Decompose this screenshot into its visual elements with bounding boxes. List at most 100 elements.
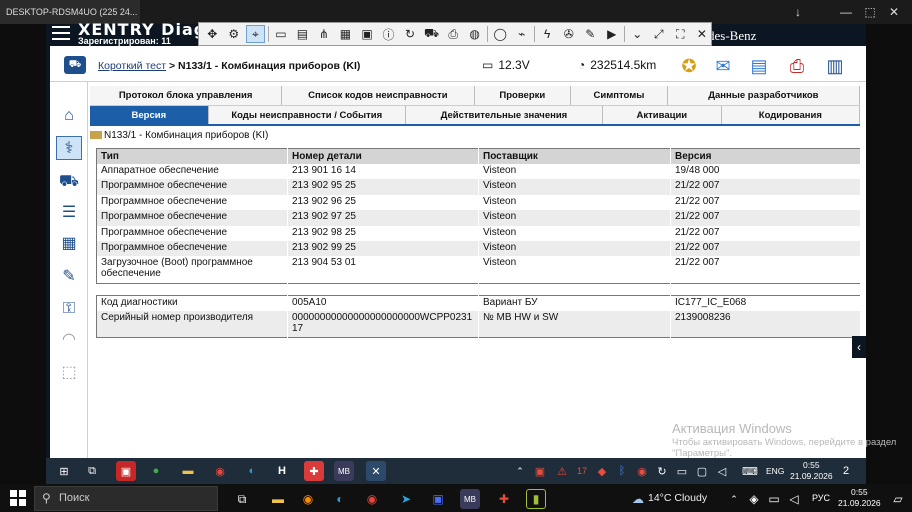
table-row[interactable]: Аппаратное обеспечение 213 901 16 14 Vis… xyxy=(96,164,861,180)
manual-book-icon[interactable]: ▥ xyxy=(820,52,850,80)
tab-developer-data[interactable]: Данные разработчиков xyxy=(667,86,860,105)
video-icon[interactable]: ▶ xyxy=(603,25,622,43)
folder-icon[interactable]: ▭ xyxy=(272,25,291,43)
chrome-icon[interactable]: ◉ xyxy=(210,461,230,481)
home-icon[interactable]: ⌂ xyxy=(56,104,82,128)
expand-icon[interactable]: ⤢ xyxy=(650,25,669,43)
document-edit-icon[interactable]: ✎ xyxy=(56,265,82,289)
report-icon[interactable]: ▤ xyxy=(744,52,774,80)
close-icon[interactable]: ✕ xyxy=(693,25,712,43)
mb-app-icon[interactable]: MB xyxy=(334,461,354,481)
image-icon[interactable]: ▣ xyxy=(358,25,377,43)
column-header-supplier[interactable]: Поставщик xyxy=(478,148,671,164)
chevron-up-icon[interactable]: ⌃ xyxy=(724,489,744,509)
award-icon[interactable]: ✪ xyxy=(674,52,704,80)
windows-logo-icon[interactable] xyxy=(10,490,26,506)
calendar-icon[interactable]: ▦ xyxy=(336,25,355,43)
hamburger-menu-icon[interactable] xyxy=(52,26,70,40)
tab-coding[interactable]: Кодирования xyxy=(721,106,860,124)
gauge-icon[interactable]: ◠ xyxy=(56,328,82,352)
tray-tool-icon[interactable]: ◉ xyxy=(632,461,652,481)
bluetooth-icon[interactable]: ᛒ xyxy=(612,461,632,481)
tab-activations[interactable]: Активации xyxy=(603,106,722,124)
chat-icon[interactable]: ◯ xyxy=(491,25,510,43)
tab-actual-values[interactable]: Действительные значения xyxy=(405,106,603,124)
chrome-icon[interactable]: ◉ xyxy=(362,489,382,509)
pen-icon[interactable]: ✎ xyxy=(581,25,600,43)
edge-icon[interactable]: ◐ xyxy=(330,489,350,509)
tray-badge-icon[interactable]: 17 xyxy=(572,461,592,481)
app-red-icon[interactable]: ✚ xyxy=(304,461,324,481)
app-record-icon[interactable]: ▣ xyxy=(116,461,136,481)
table-row[interactable]: Код диагностики 005A10 Вариант БУ IC177_… xyxy=(96,295,861,311)
task-view-icon[interactable]: ⧉ xyxy=(82,461,102,481)
table-row[interactable]: Программное обеспечение 213 902 96 25 Vi… xyxy=(96,194,861,211)
pdf-print-icon[interactable]: ⎙ xyxy=(782,52,812,80)
tab-fault-code-list[interactable]: Список кодов неисправности xyxy=(282,86,475,105)
outer-clock[interactable]: 0:55 21.09.2026 xyxy=(838,487,881,509)
module-grid-icon[interactable]: ▦ xyxy=(56,232,82,256)
file-icon[interactable]: ▤ xyxy=(293,25,312,43)
tray-app-icon[interactable]: ◆ xyxy=(592,461,612,481)
notification-center-icon[interactable]: 2 xyxy=(836,461,856,481)
weather-widget[interactable]: 14°C Cloudy xyxy=(648,492,707,504)
remote-maximize-button[interactable]: ⬚ xyxy=(860,3,880,21)
tab-fault-codes-events[interactable]: Коды неисправности / События xyxy=(208,106,406,124)
vehicle-test-icon[interactable]: ⛟ xyxy=(56,170,82,194)
file-explorer-icon[interactable]: ▬ xyxy=(178,461,198,481)
network-wired-icon[interactable]: ▭ xyxy=(764,489,784,509)
tray-sync-icon[interactable]: ↻ xyxy=(652,461,672,481)
network-wired-icon[interactable]: ▭ xyxy=(672,461,692,481)
target-icon[interactable]: ⌖ xyxy=(246,25,265,43)
tab-version[interactable]: Версия xyxy=(90,106,209,124)
flash-icon[interactable]: ϟ xyxy=(538,25,557,43)
diagnosis-icon[interactable]: ⚕ xyxy=(56,136,82,160)
fullscreen-icon[interactable]: ⛶ xyxy=(671,25,690,43)
tab-control-unit-log[interactable]: Протокол блока управления xyxy=(90,86,283,105)
vehicle-icon[interactable]: ⛟ xyxy=(64,56,86,74)
wrench-icon[interactable]: ✇ xyxy=(559,25,578,43)
app-green-icon[interactable]: ● xyxy=(146,461,166,481)
tray-app-icon[interactable]: ◈ xyxy=(744,489,764,509)
tab-checks[interactable]: Проверки xyxy=(474,86,572,105)
telegram-icon[interactable]: ➤ xyxy=(396,489,416,509)
info-icon[interactable]: ⓘ xyxy=(379,25,398,43)
monitor-icon[interactable]: ▢ xyxy=(692,461,712,481)
remote-close-button[interactable]: ✕ xyxy=(884,3,904,21)
gear-icon[interactable]: ⚙ xyxy=(225,25,244,43)
hht-app-icon[interactable]: H xyxy=(272,461,292,481)
chevron-down-icon[interactable]: ⌄ xyxy=(628,25,647,43)
list-icon[interactable]: ☰ xyxy=(56,201,82,225)
speaker-icon[interactable]: ◁ xyxy=(784,489,804,509)
tab-symptoms[interactable]: Симптомы xyxy=(571,86,668,105)
app-red-icon[interactable]: ✚ xyxy=(494,489,514,509)
car-icon[interactable]: ⛟ xyxy=(422,25,441,43)
edge-icon[interactable]: ◐ xyxy=(242,461,262,481)
lock-device-icon[interactable]: ⚿ xyxy=(56,297,82,321)
chevron-up-icon[interactable]: ⌃ xyxy=(510,461,530,481)
sos-icon[interactable]: ◍ xyxy=(465,25,484,43)
tray-red-icon[interactable]: ▣ xyxy=(530,461,550,481)
column-header-version[interactable]: Версия xyxy=(670,148,861,164)
table-row[interactable]: Программное обеспечение 213 902 99 25 Vi… xyxy=(96,240,861,257)
windows-start-icon[interactable]: ⊞ xyxy=(54,461,74,481)
package-icon[interactable]: ⬚ xyxy=(56,361,82,385)
column-header-type[interactable]: Тип xyxy=(96,148,288,164)
plug-off-icon[interactable]: ⌁ xyxy=(512,25,531,43)
table-row[interactable]: Программное обеспечение 213 902 98 25 Vi… xyxy=(96,225,861,241)
collapse-panel-button[interactable]: ‹ xyxy=(852,336,866,358)
inner-language-indicator[interactable]: ENG xyxy=(766,466,784,476)
table-row[interactable]: Серийный номер производителя 00000000000… xyxy=(96,310,861,338)
table-row[interactable]: Программное обеспечение 213 902 95 25 Vi… xyxy=(96,179,861,195)
keyboard-icon[interactable]: ⌨ xyxy=(740,461,760,481)
remote-collapse-icon[interactable]: ↓ xyxy=(788,3,808,21)
table-row[interactable]: Загрузочное (Boot) программное обеспечен… xyxy=(96,256,861,284)
column-header-part-number[interactable]: Номер детали xyxy=(287,148,479,164)
taskbar-search-input[interactable]: Поиск xyxy=(34,486,218,511)
sync-icon[interactable]: ↻ xyxy=(401,25,420,43)
terminal-app-icon[interactable]: ▮ xyxy=(526,489,546,509)
xentry-app-icon[interactable]: ✕ xyxy=(366,461,386,481)
move-icon[interactable]: ✥ xyxy=(203,25,222,43)
task-view-icon[interactable]: ⧉ xyxy=(232,489,252,509)
network-icon[interactable]: ⋔ xyxy=(315,25,334,43)
